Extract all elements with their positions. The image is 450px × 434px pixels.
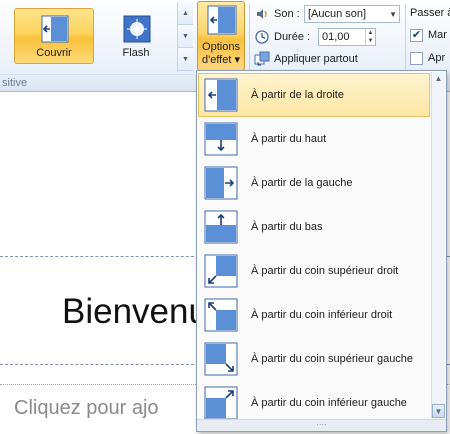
timing-group: Son : [Aucun son] ▼ Durée : 01,00 ▲ ▼ Ap…	[254, 4, 404, 72]
transition-cover-label: Couvrir	[36, 47, 72, 59]
ribbon-group-label: sitive	[0, 74, 193, 91]
duration-spinner[interactable]: 01,00 ▲ ▼	[318, 28, 376, 46]
transition-gallery: Couvrir Flash	[0, 2, 176, 70]
sound-value: [Aucun son]	[308, 8, 367, 20]
duration-label: Durée :	[274, 31, 311, 43]
from-bottom-right-icon	[204, 298, 238, 332]
menu-item-from-right[interactable]: À partir de la droite	[198, 73, 430, 117]
spin-down-icon[interactable]: ▼	[366, 37, 375, 45]
on-click-checkbox[interactable]: ✔	[410, 29, 423, 42]
sound-label: Son :	[274, 8, 300, 20]
gallery-scrollbar: ▲ ▼ ▼	[177, 2, 193, 72]
group-separator	[249, 4, 250, 70]
flash-transition-icon	[123, 15, 151, 43]
spin-up-icon[interactable]: ▲	[366, 29, 375, 37]
menu-item-label: À partir du bas	[251, 221, 323, 233]
menu-scrollbar[interactable]: ▲ ▼	[431, 72, 445, 418]
on-click-label: Mar	[428, 29, 447, 41]
transition-flash-label: Flash	[122, 47, 150, 59]
menu-item-label: À partir du haut	[251, 133, 327, 145]
gallery-scroll-down-button[interactable]: ▼	[178, 25, 193, 48]
menu-item-from-top-right[interactable]: À partir du coin supérieur droit	[198, 249, 430, 293]
apply-all-icon	[254, 51, 270, 67]
menu-item-label: À partir du coin supérieur droit	[251, 265, 399, 277]
sound-select[interactable]: [Aucun son] ▼	[304, 5, 400, 23]
advance-title: Passer à	[410, 7, 450, 19]
menu-item-label: À partir du coin supérieur gauche	[251, 353, 414, 365]
gallery-scroll-up-button[interactable]: ▲	[178, 2, 193, 25]
menu-item-from-bottom[interactable]: À partir du bas	[198, 205, 430, 249]
duration-row: Durée : 01,00 ▲ ▼	[254, 27, 404, 47]
after-checkbox[interactable]	[410, 52, 423, 65]
cover-transition-icon	[41, 15, 69, 43]
menu-item-label: À partir de la droite	[251, 89, 344, 101]
menu-item-label: À partir du coin inférieur droit	[251, 309, 393, 321]
menu-item-label: À partir de la gauche	[251, 177, 353, 189]
effect-options-label-line2: d'effet ▾	[201, 54, 240, 66]
chevron-down-icon: ▼	[389, 10, 397, 19]
from-top-right-icon	[204, 254, 238, 288]
effect-options-label-line1: Options	[202, 41, 240, 53]
group-separator	[405, 4, 406, 70]
scroll-down-icon[interactable]: ▼	[432, 404, 445, 418]
menu-item-from-top[interactable]: À partir du haut	[198, 117, 430, 161]
apply-all-button[interactable]: Appliquer partout	[254, 49, 404, 69]
from-top-icon	[204, 122, 238, 156]
transition-flash-button[interactable]: Flash	[96, 8, 176, 64]
menu-item-from-left[interactable]: À partir de la gauche	[198, 161, 430, 205]
effect-options-icon	[207, 5, 237, 35]
menu-item-label: À partir du coin inférieur gauche	[251, 397, 407, 409]
from-bottom-left-icon	[204, 386, 238, 420]
effect-options-button[interactable]: Options d'effet ▾	[197, 1, 245, 71]
duration-value: 01,00	[322, 31, 350, 43]
slide-title[interactable]: Bienvenu	[62, 292, 208, 332]
menu-resize-grip[interactable]: ····	[197, 419, 446, 431]
clock-icon	[254, 29, 270, 45]
from-top-left-icon	[204, 342, 238, 376]
effect-options-menu: À partir de la droite À partir du haut À…	[196, 70, 447, 432]
from-right-icon	[204, 78, 238, 112]
after-label: Apr	[428, 52, 446, 64]
slide-subtitle-placeholder[interactable]: Cliquez pour ajo	[14, 397, 159, 420]
sound-icon	[254, 6, 270, 22]
from-left-icon	[204, 166, 238, 200]
from-bottom-icon	[204, 210, 238, 244]
menu-item-from-bottom-right[interactable]: À partir du coin inférieur droit	[198, 293, 430, 337]
sound-row: Son : [Aucun son] ▼	[254, 4, 404, 24]
gallery-more-button[interactable]: ▼	[178, 48, 193, 71]
menu-item-from-top-left[interactable]: À partir du coin supérieur gauche	[198, 337, 430, 381]
apply-all-label: Appliquer partout	[274, 53, 358, 65]
transition-cover-button[interactable]: Couvrir	[14, 8, 94, 64]
duration-spin-buttons[interactable]: ▲ ▼	[365, 29, 375, 45]
scroll-up-icon[interactable]: ▲	[432, 72, 445, 86]
advance-slide-group: Passer à ✔ Mar Apr	[408, 4, 450, 72]
